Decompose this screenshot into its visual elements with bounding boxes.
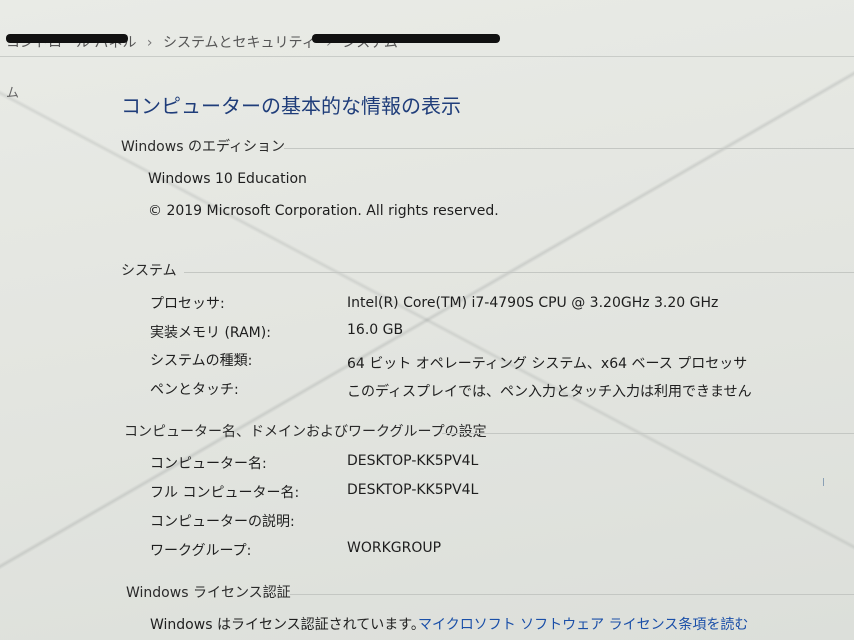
- computer-name-label: コンピューター名:: [150, 456, 267, 472]
- section-heading-computer-name: コンピューター名、ドメインおよびワークグループの設定: [124, 424, 487, 440]
- breadcrumb-item-system-security[interactable]: システムとセキュリティ: [163, 35, 316, 51]
- system-type-value: 64 ビット オペレーティング システム、x64 ベース プロセッサ: [347, 356, 748, 372]
- section-heading-system: システム: [121, 263, 177, 279]
- section-divider: [442, 433, 854, 434]
- system-type-label: システムの種類:: [150, 353, 253, 369]
- edition-name: Windows 10 Education: [148, 171, 307, 187]
- computer-description-label: コンピューターの説明:: [150, 514, 295, 530]
- ram-label: 実装メモリ (RAM):: [150, 325, 271, 341]
- pen-touch-label: ペンとタッチ:: [150, 382, 239, 398]
- full-computer-name-label: フル コンピューター名:: [150, 485, 300, 501]
- section-heading-license: Windows ライセンス認証: [126, 585, 291, 601]
- ram-value: 16.0 GB: [347, 322, 404, 338]
- processor-value: Intel(R) Core(TM) i7-4790S CPU @ 3.20GHz…: [347, 295, 719, 311]
- workgroup-value: WORKGROUP: [347, 540, 442, 556]
- workgroup-label: ワークグループ:: [150, 543, 252, 559]
- copyright-text: © 2019 Microsoft Corporation. All rights…: [148, 203, 499, 219]
- processor-label: プロセッサ:: [150, 296, 225, 312]
- nav-pane-text: ム: [6, 86, 20, 101]
- section-divider: [184, 272, 854, 273]
- full-computer-name-value: DESKTOP-KK5PV4L: [347, 482, 479, 498]
- pen-touch-value: このディスプレイでは、ペン入力とタッチ入力は利用できません: [347, 384, 752, 400]
- settings-change-link-fragment[interactable]: [823, 478, 824, 486]
- license-terms-link[interactable]: マイクロソフト ソフトウェア ライセンス条項を読む: [418, 614, 748, 634]
- redaction-mark: [312, 34, 500, 43]
- section-heading-edition: Windows のエディション: [121, 139, 285, 155]
- section-divider: [284, 148, 854, 149]
- chevron-right-icon: ›: [146, 35, 153, 51]
- computer-name-value: DESKTOP-KK5PV4L: [347, 453, 479, 469]
- redaction-mark: [6, 34, 128, 43]
- page-title: コンピューターの基本的な情報の表示: [121, 94, 461, 118]
- activation-status: Windows はライセンス認証されています。: [150, 617, 425, 633]
- section-divider: [290, 594, 854, 595]
